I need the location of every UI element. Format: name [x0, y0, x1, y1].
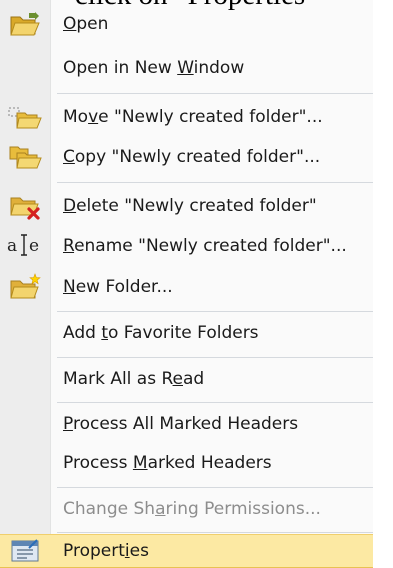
menu-item-rename[interactable]: a e Rename "Newly created folder"... [0, 226, 373, 266]
menu-item-add-favorites[interactable]: Add to Favorite Folders [0, 313, 373, 353]
menu-separator [57, 182, 373, 183]
menu-separator [57, 311, 373, 312]
copy-folder-icon [9, 146, 42, 169]
menu-item-delete[interactable]: Delete "Newly created folder" [0, 186, 373, 226]
open-folder-icon [10, 12, 40, 36]
menu-item-properties[interactable]: Properties [0, 534, 373, 568]
menu-item-move[interactable]: Move "Newly created folder"... [0, 97, 373, 137]
svg-text:e: e [29, 236, 39, 256]
svg-text:a: a [7, 236, 17, 256]
menu-item-copy[interactable]: Copy "Newly created folder"... [0, 137, 373, 177]
rename-icon: a e [7, 234, 39, 256]
instruction-caption: click on “Properties” [0, 0, 393, 12]
menu-separator [57, 487, 373, 488]
menu-separator [57, 93, 373, 94]
menu-separator [57, 357, 373, 358]
menu-separator [57, 402, 373, 403]
new-folder-icon [10, 273, 41, 299]
menu-item-process-marked[interactable]: Process Marked Headers [0, 443, 373, 483]
properties-icon [11, 539, 39, 562]
menu-item-process-all-marked[interactable]: Process All Marked Headers [0, 404, 373, 444]
menu-item-open-new-window[interactable]: Open in New Window [0, 48, 373, 88]
menu-item-mark-all-read[interactable]: Mark All as Read [0, 359, 373, 399]
delete-folder-icon [10, 197, 40, 220]
menu-separator [57, 532, 373, 533]
menu-item-change-sharing: Change Sharing Permissions... [63, 499, 321, 519]
menu-item-new-folder[interactable]: New Folder... [0, 267, 373, 307]
context-menu: Open Open in New Window Move "Newly crea… [0, 0, 373, 568]
move-folder-icon [8, 107, 42, 129]
